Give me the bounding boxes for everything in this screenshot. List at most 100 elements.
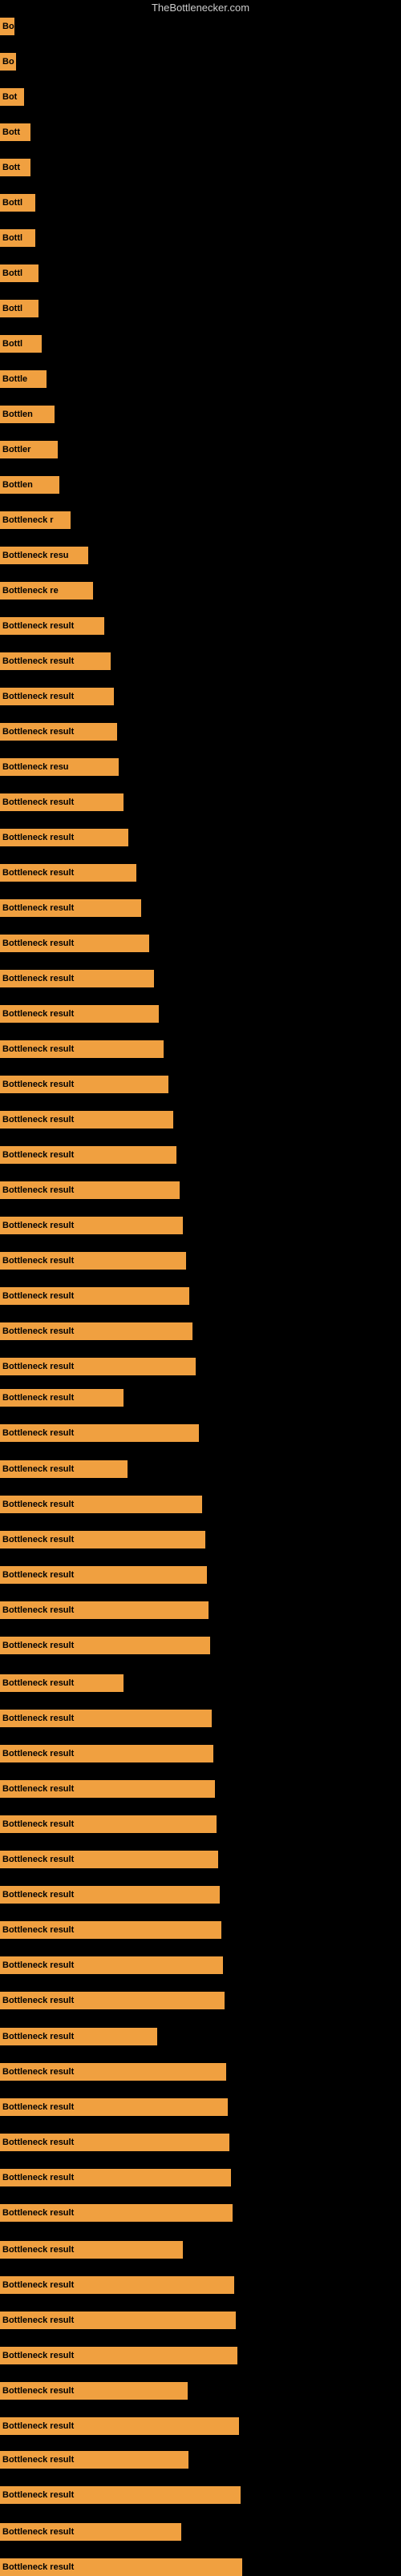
- bar-label: Bottleneck result: [2, 1714, 74, 1723]
- bar-label: Bottleneck result: [2, 2421, 74, 2431]
- bar-item: Bottl: [0, 264, 38, 282]
- bar-item: Bottleneck result: [0, 2312, 236, 2329]
- bar-item: Bottlen: [0, 476, 59, 494]
- bar-label: Bottleneck result: [2, 1150, 74, 1160]
- bar-label: Bottleneck result: [2, 2067, 74, 2077]
- bar-item: Bottleneck result: [0, 1745, 213, 1762]
- bar-item: Bottleneck result: [0, 2558, 242, 2576]
- bar-item: Bottleneck result: [0, 2417, 239, 2435]
- bar-item: Bottleneck result: [0, 793, 124, 811]
- bar-label: Bottleneck result: [2, 1500, 74, 1509]
- bar-item: Bottleneck result: [0, 1956, 223, 1974]
- bar-label: Bottleneck result: [2, 1115, 74, 1124]
- bar-label: Bottleneck result: [2, 1291, 74, 1301]
- bar-item: Bottle: [0, 370, 47, 388]
- bar-label: Bottleneck resu: [2, 762, 69, 772]
- bar-item: Bottler: [0, 441, 58, 458]
- bar-label: Bottleneck result: [2, 1996, 74, 2005]
- bar-item: Bottl: [0, 300, 38, 317]
- bar-item: Bottleneck result: [0, 2134, 229, 2151]
- bar-item: Bo: [0, 18, 14, 35]
- bar-item: Bottleneck result: [0, 1637, 210, 1654]
- bar-item: Bott: [0, 123, 30, 141]
- bar-item: Bottleneck resu: [0, 547, 88, 564]
- bar-label: Bottleneck result: [2, 2173, 74, 2182]
- bar-item: Bottleneck result: [0, 2063, 226, 2081]
- bar-label: Bottle: [2, 374, 27, 384]
- bar-item: Bottleneck result: [0, 723, 117, 741]
- bar-item: Bottleneck result: [0, 1566, 207, 1584]
- bar-item: Bottleneck result: [0, 2347, 237, 2364]
- bar-label: Bottlen: [2, 410, 33, 419]
- bar-label: Bottleneck result: [2, 2386, 74, 2396]
- bar-label: Bottleneck result: [2, 2208, 74, 2218]
- bar-item: Bottleneck result: [0, 899, 141, 917]
- bar-item: Bottleneck result: [0, 1389, 124, 1407]
- bar-item: Bottleneck result: [0, 1111, 173, 1129]
- bar-item: Bottleneck result: [0, 2382, 188, 2400]
- bar-label: Bottleneck result: [2, 2527, 74, 2537]
- bar-item: Bottleneck result: [0, 1322, 192, 1340]
- bar-item: Bottleneck result: [0, 1886, 220, 1904]
- bar-label: Bottleneck result: [2, 2245, 74, 2255]
- bar-label: Bottleneck result: [2, 903, 74, 913]
- bar-item: Bottleneck result: [0, 1531, 205, 1548]
- bar-item: Bottleneck result: [0, 1851, 218, 1868]
- bar-item: Bottleneck result: [0, 2169, 231, 2186]
- bar-label: Bottler: [2, 445, 30, 454]
- bar-item: Bottleneck result: [0, 1815, 217, 1833]
- bar-label: Bottleneck result: [2, 1678, 74, 1688]
- bar-label: Bottl: [2, 269, 22, 278]
- bar-label: Bottleneck re: [2, 586, 59, 596]
- bar-label: Bottleneck result: [2, 1960, 74, 1970]
- bar-item: Bottleneck result: [0, 2028, 157, 2045]
- bar-label: Bottleneck result: [2, 2490, 74, 2500]
- bar-label: Bottleneck result: [2, 1749, 74, 1758]
- bar-item: Bottleneck resu: [0, 758, 119, 776]
- bar-label: Bottleneck result: [2, 2562, 74, 2572]
- bar-item: Bottleneck result: [0, 1252, 186, 1270]
- bar-item: Bottleneck result: [0, 1076, 168, 1093]
- bar-label: Bottleneck result: [2, 2032, 74, 2041]
- bar-item: Bottleneck r: [0, 511, 71, 529]
- bar-label: Bott: [2, 163, 20, 172]
- bar-item: Bottleneck result: [0, 1146, 176, 1164]
- bar-item: Bottleneck result: [0, 688, 114, 705]
- bar-label: Bottleneck result: [2, 1362, 74, 1371]
- bar-label: Bottleneck result: [2, 2138, 74, 2147]
- bar-label: Bottleneck result: [2, 833, 74, 842]
- bar-item: Bottleneck result: [0, 2241, 183, 2259]
- bar-item: Bottl: [0, 335, 42, 353]
- bar-item: Bottleneck result: [0, 1496, 202, 1513]
- bar-item: Bot: [0, 88, 24, 106]
- bar-label: Bottleneck result: [2, 1428, 74, 1438]
- bar-item: Bottleneck result: [0, 1005, 159, 1023]
- bar-label: Bottleneck r: [2, 515, 54, 525]
- bar-label: Bottleneck result: [2, 2316, 74, 2325]
- bar-label: Bottleneck result: [2, 2455, 74, 2465]
- bar-item: Bottleneck result: [0, 2451, 188, 2469]
- bar-label: Bottleneck resu: [2, 551, 69, 560]
- bar-item: Bottleneck result: [0, 970, 154, 987]
- bar-item: Bo: [0, 53, 16, 71]
- bar-item: Bottleneck result: [0, 2276, 234, 2294]
- bar-label: Bo: [2, 57, 14, 67]
- bar-item: Bottleneck result: [0, 2486, 241, 2504]
- bar-label: Bot: [2, 92, 17, 102]
- bar-item: Bottleneck result: [0, 1217, 183, 1234]
- bar-label: Bott: [2, 127, 20, 137]
- bar-label: Bottleneck result: [2, 939, 74, 948]
- bar-item: Bottleneck result: [0, 617, 104, 635]
- bar-label: Bottleneck result: [2, 1185, 74, 1195]
- bar-item: Bottleneck result: [0, 1460, 128, 1478]
- bar-label: Bottleneck result: [2, 1221, 74, 1230]
- bar-label: Bottlen: [2, 480, 33, 490]
- bar-label: Bottleneck result: [2, 1855, 74, 1864]
- bar-label: Bottl: [2, 233, 22, 243]
- bar-label: Bottleneck result: [2, 1925, 74, 1935]
- bar-label: Bottleneck result: [2, 1641, 74, 1650]
- bar-label: Bottleneck result: [2, 1535, 74, 1544]
- bar-item: Bottleneck result: [0, 1710, 212, 1727]
- bar-label: Bottleneck result: [2, 2102, 74, 2112]
- bar-item: Bott: [0, 159, 30, 176]
